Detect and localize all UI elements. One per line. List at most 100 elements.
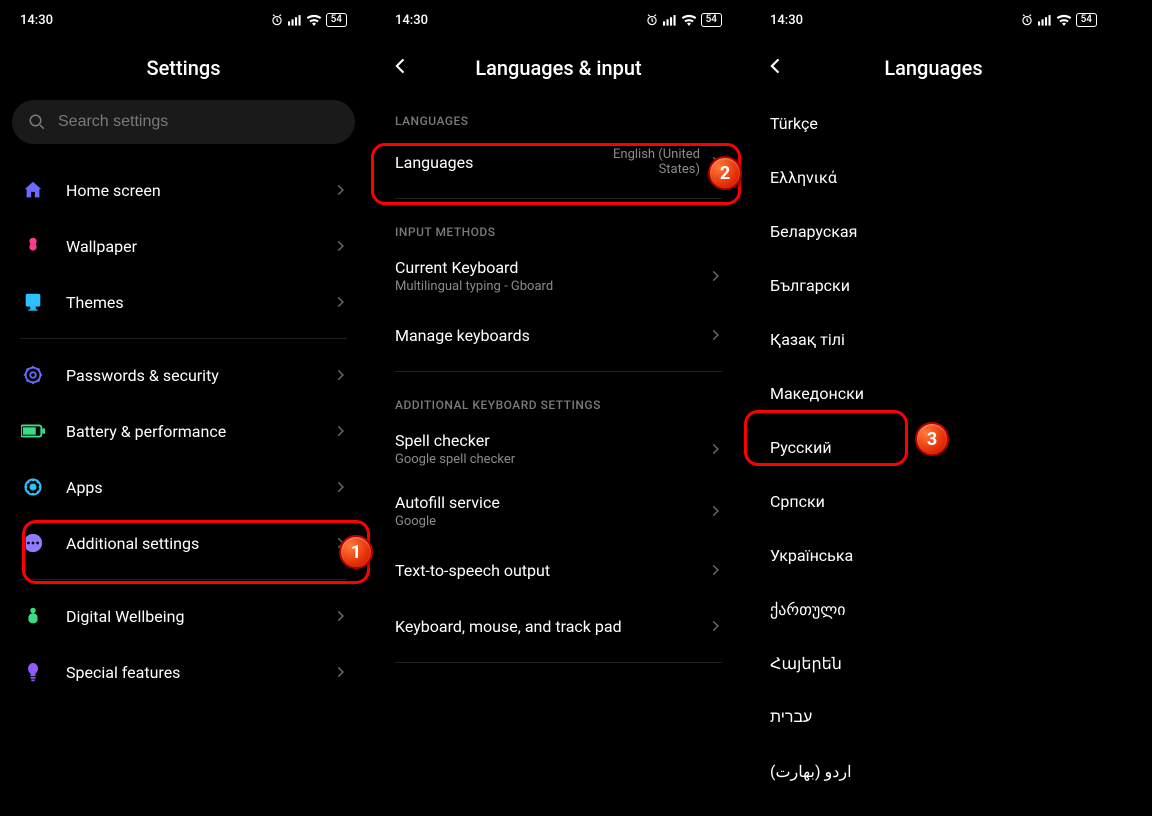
- row-label: Special features: [66, 663, 333, 682]
- row-label: Digital Wellbeing: [66, 607, 333, 626]
- status-time: 14:30: [395, 13, 428, 28]
- alarm-icon: [645, 13, 659, 27]
- sidebar-item-wellbeing[interactable]: Digital Wellbeing: [12, 588, 355, 644]
- sidebar-item-battery[interactable]: Battery & performance: [12, 403, 355, 459]
- search-icon: [28, 113, 46, 131]
- status-icons: 54: [270, 13, 347, 27]
- battery-indicator: 54: [701, 13, 722, 27]
- sidebar-item-apps[interactable]: Apps: [12, 459, 355, 515]
- row-label: Keyboard, mouse, and track pad: [395, 617, 708, 636]
- row-label: Battery & performance: [66, 422, 333, 441]
- row-value: English (United States): [570, 147, 700, 177]
- language-option[interactable]: Ελληνικά: [762, 150, 1105, 204]
- battery-indicator: 54: [1076, 13, 1097, 27]
- row-current-kb[interactable]: Current Keyboard Multilingual typing - Gb…: [387, 245, 730, 307]
- back-button[interactable]: [766, 56, 786, 80]
- apps-icon: [20, 474, 46, 500]
- language-option[interactable]: Қазақ тілі: [762, 312, 1105, 366]
- sidebar-item-themes[interactable]: Themes: [12, 274, 355, 330]
- wifi-icon: [681, 14, 697, 26]
- sidebar-item-home-screen[interactable]: Home screen: [12, 162, 355, 218]
- row-label: Apps: [66, 478, 333, 497]
- themes-icon: [20, 289, 46, 315]
- search-box[interactable]: [12, 100, 355, 144]
- additional-icon: [20, 530, 46, 556]
- row-label: Home screen: [66, 181, 333, 200]
- language-option[interactable]: עברית: [762, 690, 1105, 744]
- row-label: Additional settings: [66, 534, 333, 553]
- language-option[interactable]: Беларуская: [762, 204, 1105, 258]
- row-label: Manage keyboards: [395, 326, 708, 345]
- chevron-left-icon: [766, 56, 786, 76]
- sidebar-item-wallpaper[interactable]: Wallpaper: [12, 218, 355, 274]
- row-label: Text-to-speech output: [395, 561, 708, 580]
- row-sub: Google spell checker: [395, 452, 708, 467]
- row-label: Autofill service: [395, 493, 708, 512]
- status-time: 14:30: [20, 13, 53, 28]
- row-label: Passwords & security: [66, 366, 333, 385]
- status-bar: 14:30 54: [762, 0, 1105, 40]
- row-manage-kb[interactable]: Manage keyboards: [387, 307, 730, 363]
- language-option[interactable]: Български: [762, 258, 1105, 312]
- wallpaper-icon: [20, 233, 46, 259]
- status-icons: 54: [1020, 13, 1097, 27]
- divider: [20, 579, 347, 580]
- row-sub: Google: [395, 514, 708, 529]
- battery-icon: [20, 418, 46, 444]
- row-autofill[interactable]: Autofill service Google: [387, 480, 730, 542]
- sidebar-item-special[interactable]: Special features: [12, 644, 355, 700]
- search-input[interactable]: [58, 113, 339, 131]
- language-option[interactable]: اردو (بھارت): [762, 744, 1105, 798]
- language-option[interactable]: Македонски: [762, 366, 1105, 420]
- status-bar: 14:30 54: [12, 0, 355, 40]
- language-option[interactable]: Türkçe: [762, 96, 1105, 150]
- row-spell[interactable]: Spell checker Google spell checker: [387, 418, 730, 480]
- sidebar-item-passwords[interactable]: Passwords & security: [12, 347, 355, 403]
- divider: [395, 662, 722, 663]
- divider: [20, 338, 347, 339]
- back-button[interactable]: [391, 56, 411, 80]
- page-title: Settings: [146, 56, 220, 80]
- divider: [395, 371, 722, 372]
- row-label: Spell checker: [395, 431, 708, 450]
- row-tts[interactable]: Text-to-speech output: [387, 542, 730, 598]
- signal-icon: [663, 14, 677, 26]
- signal-icon: [1038, 14, 1052, 26]
- row-label: Themes: [66, 293, 333, 312]
- language-option[interactable]: Српски: [762, 474, 1105, 528]
- header-settings: Settings: [12, 40, 355, 96]
- row-sub: Multilingual typing - Gboard: [395, 279, 708, 294]
- header-languages-input: Languages & input: [387, 40, 730, 96]
- language-option[interactable]: ქართული: [762, 582, 1105, 636]
- section-label: LANGUAGES: [387, 96, 730, 134]
- section-label: INPUT METHODS: [387, 207, 730, 245]
- row-label: Languages: [395, 153, 570, 172]
- header-languages: Languages: [762, 40, 1105, 96]
- wifi-icon: [306, 14, 322, 26]
- chevron-left-icon: [391, 56, 411, 76]
- panel-languages-input: 14:30 54 Languages & input LANGUAGESLang…: [375, 0, 742, 816]
- home-icon: [20, 177, 46, 203]
- panel-settings: 14:30 54 Settings Home screen Wallpaper …: [0, 0, 367, 816]
- battery-indicator: 54: [326, 13, 347, 27]
- status-icons: 54: [645, 13, 722, 27]
- page-title: Languages: [884, 56, 982, 80]
- wellbeing-icon: [20, 603, 46, 629]
- language-option[interactable]: Українська: [762, 528, 1105, 582]
- row-label: Current Keyboard: [395, 258, 708, 277]
- row-kbm[interactable]: Keyboard, mouse, and track pad: [387, 598, 730, 654]
- alarm-icon: [1020, 13, 1034, 27]
- panel-languages: 14:30 54 Languages TürkçeΕλληνικάБеларус…: [750, 0, 1117, 816]
- section-label: ADDITIONAL KEYBOARD SETTINGS: [387, 380, 730, 418]
- wifi-icon: [1056, 14, 1072, 26]
- security-icon: [20, 362, 46, 388]
- status-bar: 14:30 54: [387, 0, 730, 40]
- row-languages[interactable]: LanguagesEnglish (United States): [387, 134, 730, 190]
- page-title: Languages & input: [475, 56, 641, 80]
- sidebar-item-additional[interactable]: Additional settings: [12, 515, 355, 571]
- alarm-icon: [270, 13, 284, 27]
- signal-icon: [288, 14, 302, 26]
- language-option[interactable]: Русский: [762, 420, 1105, 474]
- language-option[interactable]: Հայերեն: [762, 636, 1105, 690]
- divider: [395, 198, 722, 199]
